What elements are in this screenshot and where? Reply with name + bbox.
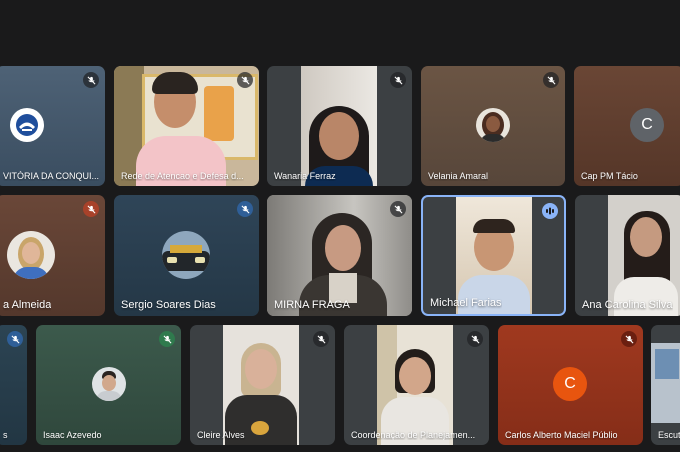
camera-feed (223, 325, 299, 445)
participant-name: Escut (658, 430, 680, 440)
avatar (7, 231, 55, 279)
participant-tile-carlos[interactable]: C Carlos Alberto Maciel Públio (498, 325, 643, 445)
avatar (92, 367, 126, 401)
camera-feed (608, 195, 680, 316)
participant-name: Michael Farias (430, 297, 502, 309)
participant-tile-s[interactable]: s (0, 325, 27, 445)
participant-name: Ana Carolina Silva (582, 299, 673, 311)
mic-muted-icon (390, 201, 406, 217)
participant-name: Rede de Atencao e Defesa d... (121, 171, 244, 181)
participant-tile-sergio[interactable]: Sergio Soares Dias (114, 195, 259, 316)
mic-muted-icon (237, 72, 253, 88)
participant-tile-isaac[interactable]: Isaac Azevedo (36, 325, 181, 445)
participant-name: s (3, 430, 8, 440)
participant-name: a Almeida (3, 299, 52, 311)
mic-muted-icon (83, 72, 99, 88)
participant-tile-almeida[interactable]: a Almeida (0, 195, 105, 316)
participant-name: Cap PM Tácio (581, 171, 638, 181)
participant-tile-rede[interactable]: Rede de Atencao e Defesa d... (114, 66, 259, 186)
mic-muted-icon (7, 331, 23, 347)
avatar: C (630, 108, 664, 142)
mic-muted-icon (159, 331, 175, 347)
participant-name: VITÓRIA DA CONQUI... (3, 171, 100, 181)
organization-logo (10, 108, 44, 142)
participant-tile-vitoria[interactable]: VITÓRIA DA CONQUI... (0, 66, 105, 186)
participant-tile-coordenacao[interactable]: Coordenação de Planejamen... (344, 325, 489, 445)
participant-name: Cleire Alves (197, 430, 245, 440)
mic-muted-icon (237, 201, 253, 217)
mic-muted-icon (313, 331, 329, 347)
participant-name: Velania Amaral (428, 171, 489, 181)
participant-name: Coordenação de Planejamen... (351, 430, 476, 440)
avatar: C (553, 367, 587, 401)
participant-name: Carlos Alberto Maciel Públio (505, 430, 618, 440)
avatar (476, 108, 510, 142)
participant-tile-mirna[interactable]: MIRNA FRAGA (267, 195, 412, 316)
participant-tile-ana-carolina[interactable]: Ana Carolina Silva (575, 195, 680, 316)
participant-tile-cap-tacio[interactable]: C Cap PM Tácio (574, 66, 680, 186)
speaking-indicator-icon (542, 203, 558, 219)
camera-feed (651, 325, 680, 445)
mic-muted-icon (543, 72, 559, 88)
mic-muted-icon (621, 331, 637, 347)
participant-tile-escut[interactable]: Escut (651, 325, 680, 445)
camera-feed (301, 66, 377, 186)
participant-name: Isaac Azevedo (43, 430, 102, 440)
participant-name: Sergio Soares Dias (121, 299, 216, 311)
camera-feed (377, 325, 453, 445)
mic-muted-icon (467, 331, 483, 347)
participant-tile-velania[interactable]: Velania Amaral (421, 66, 565, 186)
participant-tile-cleire[interactable]: Cleire Alves (190, 325, 335, 445)
participant-tile-michael[interactable]: Michael Farias (421, 195, 566, 316)
participant-name: Wanaria Ferraz (274, 171, 336, 181)
mic-muted-icon (83, 201, 99, 217)
participant-name: MIRNA FRAGA (274, 299, 350, 311)
mic-muted-icon (390, 72, 406, 88)
avatar (162, 231, 210, 279)
participant-tile-wanaria[interactable]: Wanaria Ferraz (267, 66, 412, 186)
